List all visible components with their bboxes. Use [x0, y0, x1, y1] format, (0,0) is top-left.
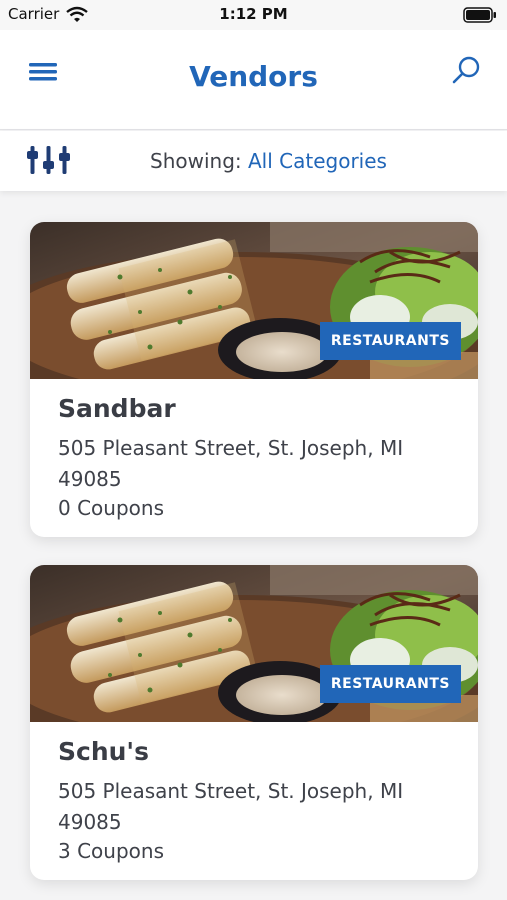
page-title: Vendors [189, 60, 318, 93]
vendor-address: 505 Pleasant Street, St. Joseph, MI 4908… [58, 436, 404, 491]
vendor-name: Schu's [58, 737, 149, 766]
vendor-name: Sandbar [58, 394, 176, 423]
battery-icon [463, 7, 497, 27]
category-selector[interactable]: All Categories [248, 149, 387, 173]
category-filter-bar[interactable]: Showing: All Categories [0, 131, 507, 191]
status-bar: Carrier 1:12 PM [0, 0, 507, 30]
filter-summary[interactable]: Showing: All Categories [150, 149, 387, 173]
sliders-icon[interactable] [26, 142, 76, 182]
vendor-address: 505 Pleasant Street, St. Joseph, MI 4908… [58, 779, 404, 834]
status-time: 1:12 PM [219, 5, 288, 23]
search-icon[interactable] [451, 54, 481, 88]
vendor-coupon-count: 0 Coupons [58, 496, 164, 520]
vendor-image: RESTAURANTS [30, 222, 478, 379]
vendor-card[interactable]: RESTAURANTS Sandbar 505 Pleasant Street,… [30, 222, 478, 537]
app-header: Vendors [0, 30, 507, 130]
showing-label: Showing: [150, 149, 242, 173]
vendor-image: RESTAURANTS [30, 565, 478, 722]
vendor-coupon-count: 3 Coupons [58, 839, 164, 863]
category-badge: RESTAURANTS [319, 665, 461, 703]
category-badge: RESTAURANTS [319, 322, 461, 360]
vendor-card[interactable]: RESTAURANTS Schu's 505 Pleasant Street, … [30, 565, 478, 880]
